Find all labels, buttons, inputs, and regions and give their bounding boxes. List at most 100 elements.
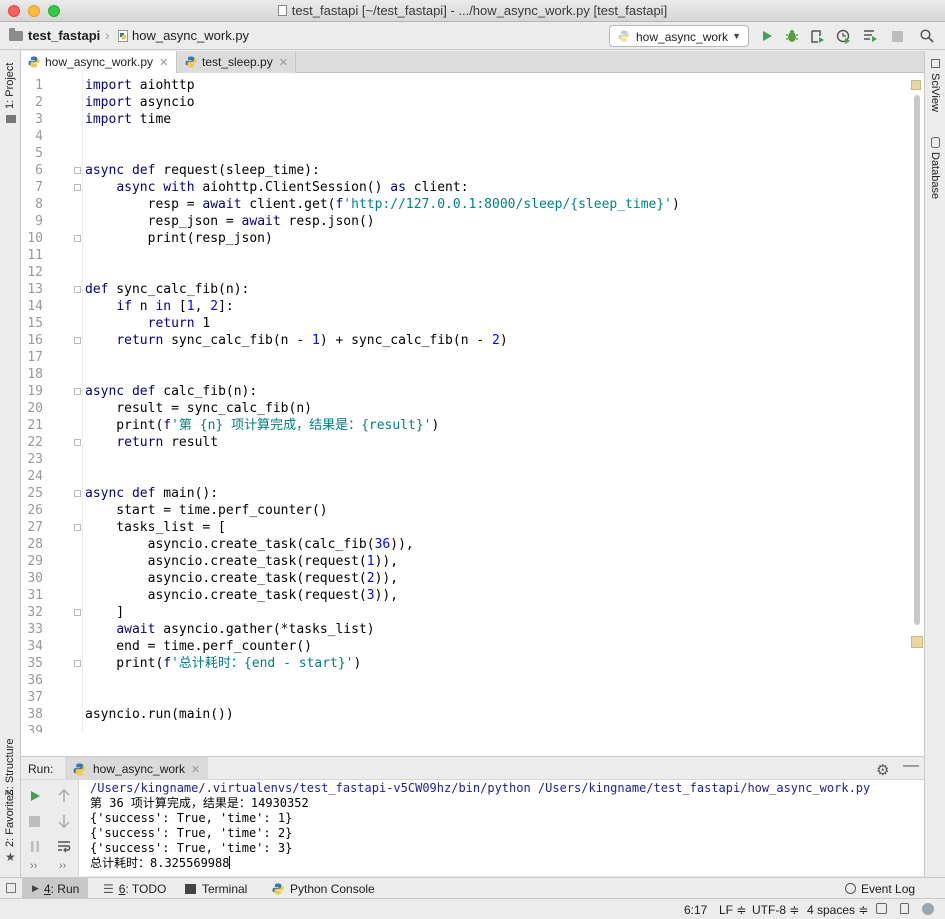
sciview-tool-button[interactable]: SciView (929, 73, 941, 112)
tab-how-async-work[interactable]: how_async_work.py ✕ (21, 51, 177, 73)
git-icon[interactable] (876, 903, 887, 914)
arrow-down-icon[interactable] (58, 814, 70, 828)
lock-icon[interactable] (900, 903, 909, 914)
run-tab-how-async-work[interactable]: how_async_work ✕ (65, 757, 208, 781)
close-tab-icon[interactable]: ✕ (159, 56, 168, 69)
line-number: 4 (35, 129, 43, 144)
inspection-marker[interactable] (911, 80, 921, 90)
more-icon[interactable]: ›› (59, 860, 66, 872)
project-tool-button[interactable]: 1: Project (4, 63, 16, 109)
code-line: 10 print(resp_json) (21, 230, 924, 247)
terminal-icon (185, 883, 196, 894)
console-line: 第 36 项计算完成，结果是：14930352 (90, 796, 309, 810)
run-button[interactable] (758, 27, 776, 45)
breadcrumb-file[interactable]: how_async_work.py (132, 28, 249, 43)
debug-button[interactable] (783, 27, 801, 45)
line-number: 27 (27, 520, 43, 535)
run-configuration-select[interactable]: how_async_work ▼ (609, 25, 749, 47)
line-number: 24 (27, 469, 43, 484)
python-console-tool-button[interactable]: Python Console (272, 878, 375, 899)
code-line: 2 import asyncio (21, 94, 924, 111)
fold-marker-icon[interactable] (74, 524, 81, 531)
line-number: 17 (27, 350, 43, 365)
line-number: 20 (27, 401, 43, 416)
rerun-icon[interactable] (29, 790, 41, 802)
fold-marker-icon[interactable] (74, 184, 81, 191)
fold-marker-icon[interactable] (74, 235, 81, 242)
code-text: import aiohttp (85, 78, 195, 93)
code-text: return 1 (147, 316, 211, 331)
profiler-icon (836, 29, 850, 44)
line-number: 36 (27, 673, 43, 688)
arrow-up-icon[interactable] (58, 789, 70, 803)
close-run-tab-icon[interactable]: ✕ (191, 763, 200, 776)
line-number: 19 (27, 384, 43, 399)
code-line: 5 (21, 145, 924, 162)
right-tool-strip: SciView Database (924, 51, 945, 877)
document-icon (277, 5, 287, 16)
code-text: import asyncio (85, 95, 195, 110)
terminal-tool-label: Terminal (202, 881, 248, 896)
tab-test-sleep[interactable]: test_sleep.py ✕ (178, 51, 296, 73)
profile-button[interactable] (834, 27, 852, 45)
code-line: 26 start = time.perf_counter() (21, 502, 924, 519)
fold-marker-icon[interactable] (74, 490, 81, 497)
line-number: 29 (27, 554, 43, 569)
fold-marker-icon[interactable] (74, 337, 81, 344)
run-panel-label: Run: (28, 762, 54, 776)
stop-button[interactable] (888, 27, 906, 45)
more-icon[interactable]: ›› (30, 860, 37, 872)
code-line: 36 (21, 672, 924, 689)
stop-icon[interactable] (29, 816, 40, 827)
code-editor[interactable]: 1 import aiohttp 2 import asyncio 3 import ti… (21, 73, 924, 733)
file-encoding[interactable]: UTF-8 ≑ (752, 903, 799, 917)
gear-icon[interactable]: ⚙ (876, 761, 889, 779)
search-icon (920, 29, 934, 43)
fold-marker-icon[interactable] (74, 660, 81, 667)
run-with-coverage-button[interactable] (808, 27, 826, 45)
pause-icon[interactable] (30, 841, 40, 852)
line-separator[interactable]: LF ≑ (719, 903, 746, 917)
fold-marker-icon[interactable] (74, 439, 81, 446)
close-tab-icon[interactable]: ✕ (279, 56, 288, 69)
run-icon (763, 31, 772, 41)
code-text: async def request(sleep_time): (85, 163, 320, 178)
inspection-marker[interactable] (911, 636, 923, 648)
code-line: 34 end = time.perf_counter() (21, 638, 924, 655)
code-line: 25 async def main(): (21, 485, 924, 502)
indent-setting[interactable]: 4 spaces ≑ (807, 903, 868, 917)
editor-scrollbar[interactable] (914, 95, 920, 625)
code-line: 7 async with aiohttp.ClientSession() as … (21, 179, 924, 196)
code-line: 29 asyncio.create_task(request(1)), (21, 553, 924, 570)
run-console-output[interactable]: /Users/kingname/.virtualenvs/test_fastap… (79, 780, 924, 876)
code-text: resp_json = await resp.json() (85, 214, 375, 229)
inspector-icon[interactable] (922, 903, 934, 915)
run-tool-button[interactable]: ▶ 4: Run (22, 878, 88, 899)
run-configuration-label: how_async_work (636, 30, 729, 44)
structure-tool-button[interactable]: Z: Structure (4, 739, 16, 796)
caret-position[interactable]: 6:17 (684, 903, 707, 917)
search-everywhere-button[interactable] (918, 27, 936, 45)
favorites-tool-button[interactable]: 2: Favorites (4, 790, 16, 847)
line-number: 3 (35, 112, 43, 127)
code-text: return sync_calc_fib(n - 1) + sync_calc_… (116, 333, 508, 348)
tool-windows-icon[interactable] (6, 883, 16, 893)
fold-marker-icon[interactable] (74, 167, 81, 174)
run-concurrency-button[interactable] (861, 27, 879, 45)
todo-tool-button[interactable]: ☰ 6: TODO (103, 878, 166, 899)
fold-marker-icon[interactable] (74, 609, 81, 616)
text-cursor (229, 856, 231, 869)
fold-marker-icon[interactable] (74, 286, 81, 293)
code-text: end = time.perf_counter() (85, 639, 312, 654)
breadcrumb-project[interactable]: test_fastapi (28, 28, 100, 43)
database-tool-button[interactable]: Database (929, 152, 941, 199)
line-number: 18 (27, 367, 43, 382)
soft-wrap-icon[interactable] (57, 840, 71, 853)
fold-marker-icon[interactable] (74, 388, 81, 395)
code-text: ] (85, 605, 125, 620)
line-number: 10 (27, 231, 43, 246)
minimize-panel-icon[interactable]: — (903, 757, 919, 775)
code-text: return result (116, 435, 219, 450)
terminal-tool-button[interactable]: Terminal (185, 878, 247, 899)
event-log-tool-button[interactable]: Event Log (845, 878, 915, 899)
